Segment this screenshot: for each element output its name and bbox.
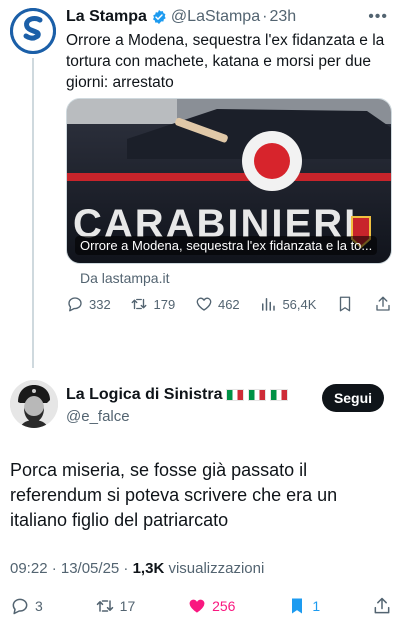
avatar[interactable] bbox=[10, 380, 58, 428]
quoted-tweet[interactable]: La Stampa @LaStampa · 23h ••• Orrore a M… bbox=[0, 0, 400, 368]
thread-line bbox=[32, 58, 34, 368]
repost-count: 17 bbox=[119, 598, 136, 614]
like-count: 462 bbox=[217, 296, 240, 312]
bookmark-button[interactable] bbox=[336, 295, 354, 313]
verified-badge-icon bbox=[152, 10, 166, 24]
handle[interactable]: @e_falce bbox=[66, 408, 130, 425]
views-count: 56,4K bbox=[282, 296, 317, 312]
reply-icon bbox=[68, 297, 82, 312]
card-caption: Orrore a Modena, sequestra l'ex fidanzat… bbox=[75, 236, 378, 255]
italy-flags bbox=[224, 389, 289, 401]
tweet-actions: 332 179 462 56,4K bbox=[66, 292, 392, 316]
views-label: visualizzazioni bbox=[164, 560, 265, 577]
reply-count: 332 bbox=[89, 296, 111, 312]
repost-icon bbox=[96, 600, 113, 612]
like-button[interactable]: 462 bbox=[195, 295, 240, 313]
reply-count: 3 bbox=[35, 598, 43, 614]
separator-dot: · bbox=[262, 8, 268, 25]
views-count: 1,3K bbox=[132, 560, 165, 577]
bookmark-icon bbox=[340, 296, 351, 312]
card-source-link[interactable]: Da lastampa.it bbox=[80, 270, 169, 286]
tweet-meta: 09:22 · 13/05/25 · 1,3K visualizzazioni bbox=[10, 560, 264, 577]
handle[interactable]: @LaStampa bbox=[171, 8, 260, 26]
link-card[interactable]: CARABINIERI Orrore a Modena, sequestra l… bbox=[66, 98, 392, 264]
more-horizontal-icon[interactable]: ••• bbox=[368, 8, 388, 26]
display-name[interactable]: La Stampa bbox=[66, 8, 147, 26]
tweet-text: Orrore a Modena, sequestra l'ex fidanzat… bbox=[66, 32, 385, 91]
tweet-header: La Stampa @LaStampa · 23h bbox=[66, 6, 390, 28]
bookmark-filled-icon bbox=[292, 598, 303, 614]
timestamp[interactable]: 23h bbox=[269, 8, 296, 26]
share-button[interactable] bbox=[374, 295, 392, 313]
heart-filled-icon bbox=[189, 599, 205, 613]
reply-button[interactable]: 332 bbox=[66, 295, 111, 313]
bookmark-count: 1 bbox=[312, 598, 321, 614]
repost-button[interactable]: 17 bbox=[95, 596, 136, 616]
display-name-text: La Logica di Sinistra bbox=[66, 386, 223, 403]
repost-icon bbox=[132, 298, 147, 310]
share-icon bbox=[374, 597, 390, 614]
la-stampa-logo bbox=[10, 8, 56, 54]
like-count: 256 bbox=[212, 598, 236, 614]
repost-button[interactable]: 179 bbox=[130, 295, 175, 313]
display-name[interactable]: La Logica di Sinistra bbox=[66, 386, 289, 404]
profile-photo bbox=[10, 380, 58, 428]
timestamp[interactable]: 09:22 · 13/05/25 · bbox=[10, 560, 133, 577]
repost-count: 179 bbox=[153, 296, 176, 312]
reply-icon bbox=[12, 598, 28, 615]
heart-icon bbox=[196, 297, 212, 311]
follow-button[interactable]: Segui bbox=[322, 384, 384, 412]
views-button[interactable]: 56,4K bbox=[259, 295, 316, 313]
bookmark-button[interactable]: 1 bbox=[287, 596, 320, 616]
like-button[interactable]: 256 bbox=[187, 596, 235, 616]
share-icon bbox=[376, 296, 390, 311]
share-button[interactable] bbox=[372, 596, 392, 616]
tweet-actions: 3 17 256 1 bbox=[10, 594, 392, 618]
reply-button[interactable]: 3 bbox=[10, 596, 43, 616]
views-chart-icon bbox=[262, 298, 276, 311]
avatar[interactable] bbox=[10, 8, 56, 54]
tweet-text: Porca miseria, se fosse già passato il r… bbox=[10, 460, 338, 530]
italy-flag-icon bbox=[270, 389, 289, 401]
italy-flag-icon bbox=[226, 389, 245, 401]
italy-flag-icon bbox=[248, 389, 267, 401]
